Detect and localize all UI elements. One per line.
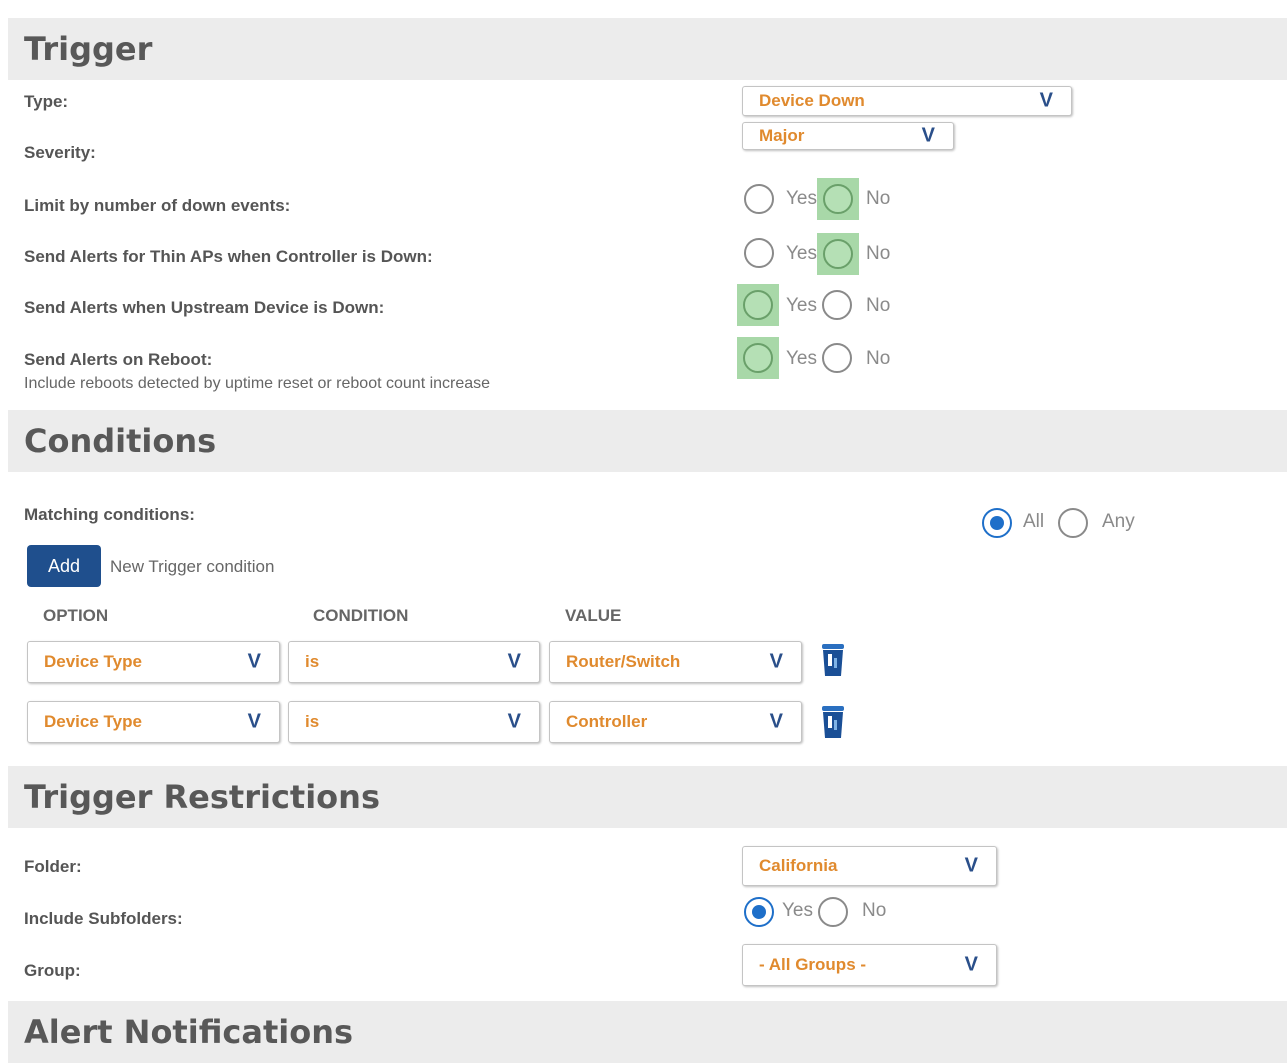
reboot-no-radio[interactable] (822, 343, 852, 373)
row1-condition-select[interactable]: is V (288, 641, 540, 683)
reboot-no-text: No (866, 348, 891, 369)
matching-any-text: Any (1102, 511, 1135, 532)
matching-all-radio[interactable] (982, 508, 1012, 538)
thin-ap-no-radio[interactable] (823, 239, 853, 269)
subfolders-label: Include Subfolders: (24, 909, 183, 928)
limit-no-radio[interactable] (823, 184, 853, 214)
matching-any-radio[interactable] (1058, 508, 1088, 538)
subfolders-no-text: No (862, 900, 887, 921)
row2-option-value: Device Type (44, 712, 142, 731)
folder-select[interactable]: California V (742, 846, 997, 886)
group-value: - All Groups - (759, 955, 867, 974)
chevron-down-icon: V (964, 953, 978, 976)
upstream-yes-highlight (737, 284, 779, 326)
chevron-down-icon: V (769, 650, 783, 673)
type-value: Device Down (759, 91, 865, 110)
chevron-down-icon: V (247, 710, 261, 733)
limit-no-text: No (866, 188, 891, 209)
limit-no-highlight (817, 178, 859, 220)
trash-icon[interactable] (820, 643, 846, 677)
upstream-no-radio[interactable] (822, 290, 852, 320)
reboot-label: Send Alerts on Reboot: (24, 350, 213, 369)
upstream-yes-text: Yes (786, 295, 817, 316)
upstream-yes-radio[interactable] (743, 290, 773, 320)
thin-ap-yes-text: Yes (786, 243, 817, 264)
row1-value-value: Router/Switch (566, 652, 681, 671)
matching-all-text: All (1023, 511, 1045, 532)
row2-value-value: Controller (566, 712, 648, 731)
trash-icon[interactable] (820, 705, 846, 739)
upstream-label: Send Alerts when Upstream Device is Down… (24, 298, 385, 317)
section-restrictions-header: Trigger Restrictions (8, 766, 1287, 828)
add-condition-button[interactable]: Add (27, 545, 101, 587)
row1-value-select[interactable]: Router/Switch V (549, 641, 802, 683)
reboot-yes-radio[interactable] (743, 343, 773, 373)
folder-label: Folder: (24, 857, 82, 876)
section-trigger-header: Trigger (8, 18, 1287, 80)
thin-ap-yes-radio[interactable] (744, 238, 774, 268)
col-option-header: OPTION (43, 606, 109, 625)
chevron-down-icon: V (507, 710, 521, 733)
row2-condition-value: is (305, 712, 320, 731)
limit-yes-radio[interactable] (744, 184, 774, 214)
section-conditions-header: Conditions (8, 410, 1287, 472)
severity-value: Major (759, 126, 805, 145)
limit-label: Limit by number of down events: (24, 196, 291, 215)
row1-option-select[interactable]: Device Type V (27, 641, 280, 683)
col-value-header: VALUE (565, 606, 622, 625)
col-condition-header: CONDITION (313, 606, 409, 625)
type-select[interactable]: Device Down V (742, 86, 1072, 116)
subfolders-no-radio[interactable] (818, 897, 848, 927)
upstream-no-text: No (866, 295, 891, 316)
thin-ap-no-text: No (866, 243, 891, 264)
section-notifications-header: Alert Notifications (8, 1001, 1287, 1063)
type-label: Type: (24, 92, 69, 111)
row2-condition-select[interactable]: is V (288, 701, 540, 743)
chevron-down-icon: V (964, 854, 978, 877)
limit-yes-text: Yes (786, 188, 817, 209)
chevron-down-icon: V (769, 710, 783, 733)
chevron-down-icon: V (1039, 89, 1053, 112)
severity-label: Severity: (24, 143, 96, 162)
matching-label: Matching conditions: (24, 505, 195, 524)
group-label: Group: (24, 961, 81, 980)
reboot-yes-text: Yes (786, 348, 817, 369)
row2-option-select[interactable]: Device Type V (27, 701, 280, 743)
add-condition-text: New Trigger condition (110, 557, 275, 576)
thin-ap-no-highlight (817, 233, 859, 275)
folder-value: California (759, 856, 838, 875)
chevron-down-icon: V (247, 650, 261, 673)
group-select[interactable]: - All Groups - V (742, 944, 997, 986)
chevron-down-icon: V (921, 124, 935, 147)
subfolders-yes-text: Yes (782, 900, 813, 921)
row2-value-select[interactable]: Controller V (549, 701, 802, 743)
chevron-down-icon: V (507, 650, 521, 673)
row1-condition-value: is (305, 652, 320, 671)
thin-ap-label: Send Alerts for Thin APs when Controller… (24, 247, 433, 266)
reboot-yes-highlight (737, 337, 779, 379)
severity-select[interactable]: Major V (742, 122, 954, 150)
subfolders-yes-radio[interactable] (744, 897, 774, 927)
row1-option-value: Device Type (44, 652, 142, 671)
reboot-sublabel: Include reboots detected by uptime reset… (24, 375, 491, 392)
